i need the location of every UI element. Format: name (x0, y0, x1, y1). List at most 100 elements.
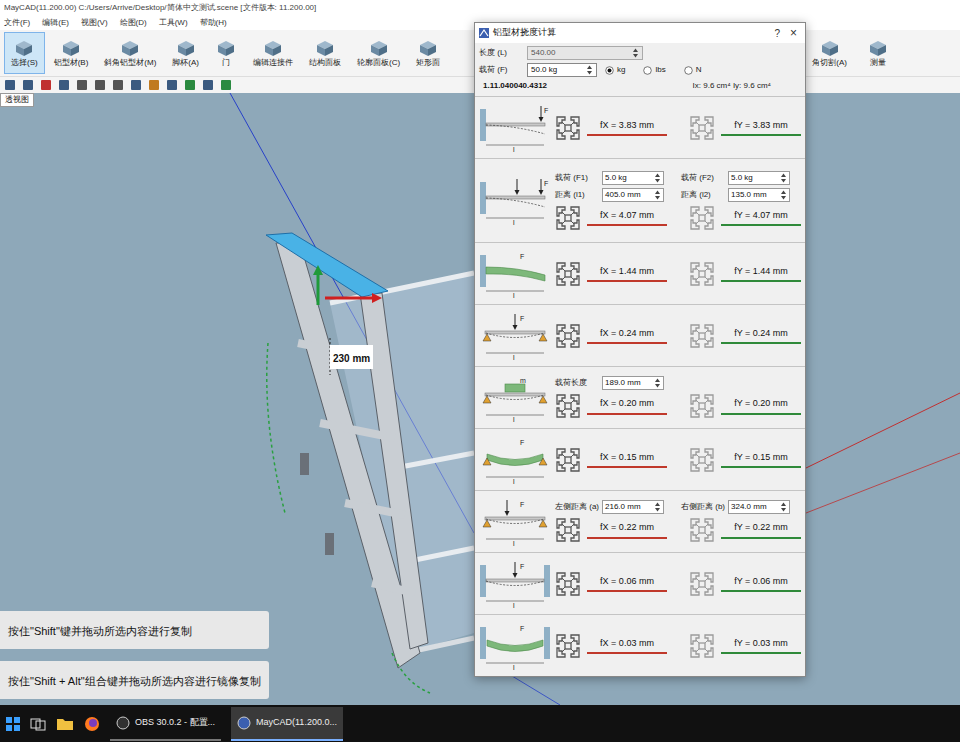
menu-item[interactable]: 编辑(E) (42, 17, 69, 29)
case-field: 载荷 (F1)5.0 kg (555, 171, 675, 185)
unit-radio[interactable]: N (684, 64, 702, 76)
spinner-icon[interactable] (654, 172, 661, 184)
dialog-title-bar[interactable]: 铝型材挠度计算?× (475, 23, 805, 43)
toolbar-button[interactable]: 编辑连接件 (246, 32, 300, 74)
deflection-result: fX = 0.03 mm (555, 633, 667, 659)
taskbar-item[interactable]: OBS 30.0.2 - 配置... (110, 707, 221, 741)
toolbar-button[interactable]: 铝型材(B) (47, 32, 96, 74)
unit-radio[interactable]: lbs (643, 64, 665, 76)
toolbar-button[interactable]: 测量 (860, 32, 896, 74)
toolbar-button[interactable]: 脚杯(A) (165, 32, 206, 74)
svg-text:m: m (520, 377, 526, 384)
spinner-icon[interactable] (654, 377, 661, 389)
task-view-icon[interactable] (30, 717, 46, 731)
svg-text:F: F (520, 315, 524, 322)
spinner-icon[interactable] (780, 189, 787, 201)
small-tool-icon[interactable] (40, 79, 52, 91)
profile-icon (555, 205, 581, 231)
field-input[interactable]: 5.0 kg (602, 171, 664, 185)
field-input[interactable]: 324.0 mm (728, 500, 790, 514)
field-input[interactable]: 405.0 mm (602, 188, 664, 202)
tool-icon (314, 38, 336, 58)
toolbar-button[interactable]: 角切割(A) (805, 32, 854, 74)
help-button[interactable]: ? (774, 26, 780, 41)
menu-item[interactable]: 帮助(H) (200, 17, 227, 29)
small-tool-icon[interactable] (94, 79, 106, 91)
deflection-result: fX = 4.07 mm (555, 205, 667, 231)
small-tool-icon[interactable] (4, 79, 16, 91)
taskbar-item[interactable]: MayCAD(11.200.0... (231, 707, 343, 741)
tool-icon (13, 38, 35, 58)
profile-icon (689, 205, 715, 231)
deflection-case: ml载荷长度189.0 mmfX = 0.20 mmfY = 0.20 mm (475, 366, 805, 428)
deflection-case: Fl载荷 (F1)5.0 kg载荷 (F2)5.0 kg距离 (l1)405.0… (475, 158, 805, 242)
close-button[interactable]: × (790, 24, 797, 42)
field-input[interactable]: 216.0 mm (602, 500, 664, 514)
toolbar-button[interactable]: 矩形面 (409, 32, 447, 74)
small-tool-icon[interactable] (184, 79, 196, 91)
tool-icon (819, 38, 841, 58)
folder-icon[interactable] (56, 717, 74, 731)
field-input[interactable]: 5.0 kg (728, 171, 790, 185)
menu-item[interactable]: 工具(W) (159, 17, 188, 29)
unit-radio[interactable]: kg (605, 64, 625, 76)
deflection-result: fX = 3.83 mm (555, 115, 667, 141)
radio-icon (643, 66, 652, 75)
load-input[interactable]: 50.0 kg (527, 63, 597, 77)
menu-item[interactable]: 绘图(D) (120, 17, 147, 29)
deflection-result: fX = 0.15 mm (555, 447, 667, 473)
small-tool-icon[interactable] (202, 79, 214, 91)
spinner-icon[interactable] (780, 172, 787, 184)
field-input[interactable]: 135.0 mm (728, 188, 790, 202)
deflection-result: fY = 0.06 mm (689, 571, 801, 597)
toolbar-button[interactable]: 门 (208, 32, 244, 74)
taskbar-app-icon (237, 716, 251, 730)
small-tool-icon[interactable] (148, 79, 160, 91)
toolbar-button[interactable]: 结构面板 (302, 32, 348, 74)
spinner-icon[interactable] (586, 64, 593, 76)
svg-text:l: l (513, 219, 515, 226)
toolbar-button[interactable]: 选择(S) (4, 32, 45, 74)
tool-icon (262, 38, 284, 58)
length-select[interactable]: 540.00 (527, 46, 643, 60)
spinner-icon[interactable] (654, 501, 661, 513)
spinner-icon[interactable] (654, 189, 661, 201)
small-tool-icon[interactable] (166, 79, 178, 91)
firefox-icon[interactable] (84, 716, 100, 732)
toolbar-button[interactable]: 轮廓面板(C) (350, 32, 407, 74)
deflection-result: fY = 0.24 mm (689, 323, 801, 349)
deflection-result: fY = 3.83 mm (689, 115, 801, 141)
view-tab[interactable]: 透视图 (0, 93, 34, 107)
small-tool-icon[interactable] (58, 79, 70, 91)
field-input[interactable]: 189.0 mm (602, 376, 664, 390)
taskbar-app-icon (116, 716, 130, 730)
svg-text:l: l (513, 416, 515, 423)
deflection-dialog: 铝型材挠度计算?×长度 (L)540.00载荷 (F)50.0 kgkglbsN… (474, 22, 806, 677)
small-tool-icon[interactable] (220, 79, 232, 91)
small-tool-icon[interactable] (22, 79, 34, 91)
deflection-result: fY = 0.15 mm (689, 447, 801, 473)
load-case-diagram: Fl (477, 311, 553, 361)
menu-item[interactable]: 文件(F) (4, 17, 30, 29)
svg-text:l: l (513, 602, 515, 609)
svg-text:F: F (520, 625, 524, 632)
deflection-result: fY = 1.44 mm (689, 261, 801, 287)
profile-icon (689, 447, 715, 473)
deflection-case: FlfX = 0.06 mmfY = 0.06 mm (475, 552, 805, 614)
spinner-icon[interactable] (780, 501, 787, 513)
windows-icon[interactable] (6, 717, 20, 731)
case-field: 右侧距离 (b)324.0 mm (681, 500, 801, 514)
toolbar-button[interactable]: 斜角铝型材(M) (97, 32, 163, 74)
small-tool-icon[interactable] (130, 79, 142, 91)
svg-text:F: F (544, 107, 548, 114)
spinner-icon[interactable] (632, 47, 639, 59)
app-icon (479, 28, 489, 38)
svg-text:l: l (513, 292, 515, 299)
deflection-result: fY = 0.22 mm (689, 517, 801, 543)
svg-text:l: l (513, 664, 515, 671)
app: MayCAD(11.200.00) C:/Users/Arrive/Deskto… (0, 0, 960, 742)
small-tool-icon[interactable] (76, 79, 88, 91)
svg-text:F: F (520, 253, 524, 260)
small-tool-icon[interactable] (112, 79, 124, 91)
menu-item[interactable]: 视图(V) (81, 17, 108, 29)
